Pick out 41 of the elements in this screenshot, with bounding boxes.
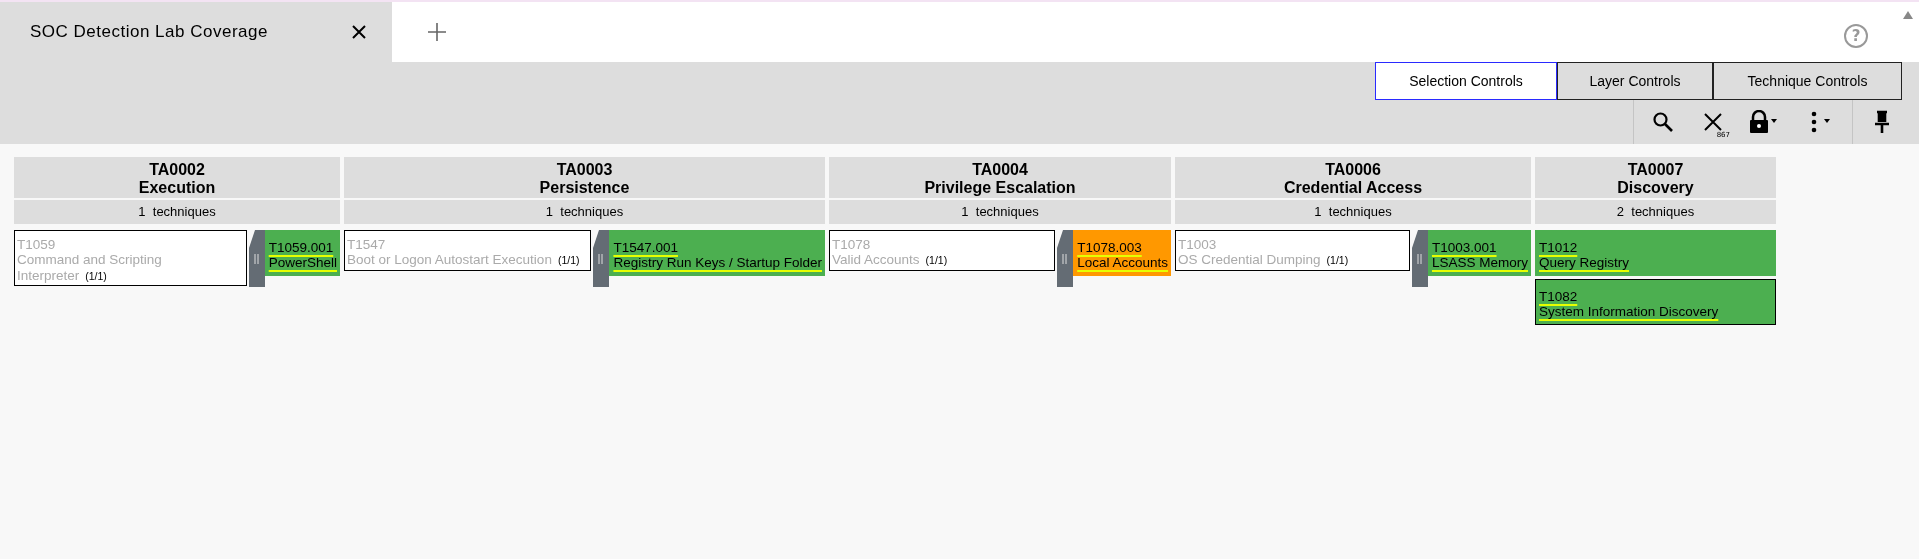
- technique-count: 2 techniques: [1535, 200, 1776, 224]
- pin-icon[interactable]: [1873, 110, 1891, 134]
- control-tab[interactable]: Technique Controls: [1713, 62, 1902, 100]
- control-tab[interactable]: Selection Controls: [1375, 62, 1557, 100]
- scroll-up-icon[interactable]: [1902, 10, 1914, 20]
- technique-count: 1 techniques: [829, 200, 1171, 224]
- technique-cell[interactable]: T1078.003 Local Accounts: [1073, 229, 1171, 276]
- technique-count: 1 techniques: [14, 200, 340, 224]
- tactic-id: TA0002: [148, 161, 206, 179]
- technique-cell[interactable]: T1547.001 Registry Run Keys / Startup Folder: [609, 229, 825, 276]
- technique-cell[interactable]: T1003 OS Credential Dumping (1/1): [1175, 229, 1410, 271]
- tactic-id: TA0007: [1626, 161, 1685, 179]
- technique-cell[interactable]: T1003.001 LSASS Memory: [1427, 229, 1531, 276]
- tactic-id: TA0006: [1324, 161, 1382, 179]
- lock-icon[interactable]: [1748, 110, 1778, 134]
- tactic-name: Discovery: [1616, 178, 1695, 197]
- close-icon[interactable]: [1703, 112, 1723, 132]
- sidebar-handle[interactable]: [248, 229, 265, 287]
- search-icon[interactable]: [1652, 111, 1674, 133]
- close-tab-icon[interactable]: [352, 25, 366, 39]
- tactic-id: TA0004: [971, 161, 1029, 179]
- tactic-name: Persistence: [538, 178, 631, 197]
- add-tab-icon[interactable]: [427, 22, 447, 42]
- sidebar-handle[interactable]: [593, 229, 610, 287]
- document-tab[interactable]: SOC Detection Lab Coverage: [0, 2, 392, 62]
- technique-cell[interactable]: T1078 Valid Accounts (1/1): [829, 229, 1056, 271]
- sidebar-handle[interactable]: [1057, 229, 1074, 287]
- tactic-name: Privilege Escalation: [923, 178, 1077, 197]
- technique-count: 1 techniques: [344, 200, 825, 224]
- technique-count: 1 techniques: [1175, 200, 1531, 224]
- technique-cell[interactable]: T1082 System Information Discovery: [1535, 278, 1776, 325]
- technique-cell[interactable]: T1059 Command and Scripting Interpreter (1/1): [14, 229, 247, 287]
- technique-cell[interactable]: T1547 Boot or Logon Autostart Execution (1/1): [344, 229, 592, 271]
- technique-cell[interactable]: T1059.001 PowerShell: [264, 229, 340, 276]
- more-options-icon[interactable]: [1809, 110, 1833, 134]
- tactic-name: Execution: [137, 178, 217, 197]
- technique-cell[interactable]: T1012 Query Registry: [1535, 229, 1776, 276]
- tactic-id: TA0003: [555, 161, 614, 179]
- tactic-name: Credential Access: [1282, 178, 1424, 197]
- sidebar-handle[interactable]: [1411, 229, 1428, 287]
- control-tab[interactable]: Layer Controls: [1557, 62, 1713, 100]
